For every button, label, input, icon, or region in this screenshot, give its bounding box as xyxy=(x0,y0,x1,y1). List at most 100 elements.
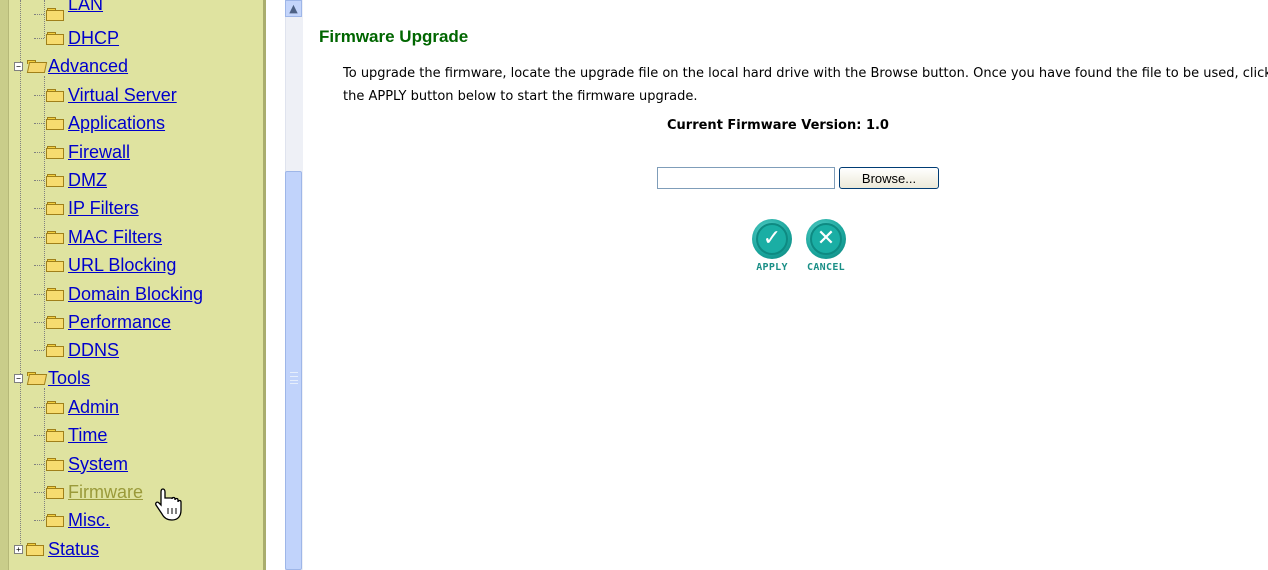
sidebar-item-dhcp[interactable]: DHCP xyxy=(34,24,119,52)
vertical-scrollbar[interactable]: ▲ xyxy=(266,0,304,570)
folder-icon xyxy=(46,88,64,102)
tree-line xyxy=(34,236,44,238)
folder-icon xyxy=(46,457,64,471)
sidebar-item-time[interactable]: Time xyxy=(34,421,107,449)
file-upload-row: Browse... xyxy=(657,167,939,189)
sidebar-item-admin[interactable]: Admin xyxy=(34,393,119,421)
folder-icon xyxy=(46,258,64,272)
tree-line xyxy=(34,37,44,39)
sidebar-item-status[interactable]: + Status xyxy=(14,535,99,563)
sidebar-link-misc[interactable]: Misc. xyxy=(68,510,110,531)
content-frame: Firmware Upgrade To upgrade the firmware… xyxy=(304,0,1268,570)
sidebar-link-dmz[interactable]: DMZ xyxy=(68,170,107,191)
sidebar-link-url-blocking[interactable]: URL Blocking xyxy=(68,255,176,276)
sidebar-item-misc[interactable]: Misc. xyxy=(34,506,110,534)
sidebar-link-ddns[interactable]: DDNS xyxy=(68,340,119,361)
expand-icon[interactable]: + xyxy=(14,544,23,554)
sidebar-item-dmz[interactable]: DMZ xyxy=(34,166,107,194)
sidebar-link-system[interactable]: System xyxy=(68,454,128,475)
tree-line xyxy=(34,463,44,465)
sidebar-item-tools[interactable]: − Tools xyxy=(14,364,90,392)
browse-button[interactable]: Browse... xyxy=(839,167,939,189)
folder-icon xyxy=(46,7,64,21)
sidebar-item-virtual-server[interactable]: Virtual Server xyxy=(34,81,177,109)
folder-icon xyxy=(46,315,64,329)
folder-icon xyxy=(46,31,64,45)
tree-line xyxy=(34,179,44,181)
folder-icon xyxy=(46,485,64,499)
sidebar-link-advanced[interactable]: Advanced xyxy=(48,56,128,77)
sidebar-link-applications[interactable]: Applications xyxy=(68,113,165,134)
action-buttons: ✓ APPLY ✕ CANCEL xyxy=(746,219,854,273)
checkmark-icon[interactable]: ✓ xyxy=(752,219,792,259)
folder-icon xyxy=(26,542,44,556)
sidebar-item-advanced[interactable]: − Advanced xyxy=(14,52,128,80)
sidebar-link-admin[interactable]: Admin xyxy=(68,397,119,418)
folder-icon xyxy=(46,116,64,130)
tree-line xyxy=(34,406,44,408)
open-folder-icon xyxy=(26,59,48,73)
sidebar-link-virtual-server[interactable]: Virtual Server xyxy=(68,85,177,106)
sidebar-link-domain-blocking[interactable]: Domain Blocking xyxy=(68,284,203,305)
tree-line xyxy=(34,13,44,15)
tree-line xyxy=(34,122,44,124)
sidebar-link-status[interactable]: Status xyxy=(48,539,99,560)
folder-icon xyxy=(46,230,64,244)
sidebar-item-system[interactable]: System xyxy=(34,450,128,478)
sidebar-item-firmware[interactable]: Firmware xyxy=(34,478,143,506)
sidebar-link-performance[interactable]: Performance xyxy=(68,312,171,333)
sidebar-link-dhcp[interactable]: DHCP xyxy=(68,28,119,49)
firmware-version-label: Current Firmware Version: 1.0 xyxy=(667,118,889,133)
folder-icon xyxy=(46,201,64,215)
tree-line xyxy=(34,94,44,96)
tree-line xyxy=(34,434,44,436)
sidebar-item-firewall[interactable]: Firewall xyxy=(34,138,130,166)
tree-line xyxy=(34,519,44,521)
scrollbar-grip-icon xyxy=(290,372,298,384)
navigation-frame: LAN DHCP − Advanced Virtual Server Appli… xyxy=(0,0,266,570)
tree-line xyxy=(34,349,44,351)
folder-icon xyxy=(46,513,64,527)
frame-left-border xyxy=(0,0,9,570)
sidebar-link-lan[interactable]: LAN xyxy=(68,0,103,15)
sidebar-link-time[interactable]: Time xyxy=(68,425,107,446)
apply-button[interactable]: ✓ APPLY xyxy=(746,219,798,273)
sidebar-link-firewall[interactable]: Firewall xyxy=(68,142,130,163)
sidebar-item-performance[interactable]: Performance xyxy=(34,308,171,336)
sidebar-item-domain-blocking[interactable]: Domain Blocking xyxy=(34,280,203,308)
open-folder-icon xyxy=(26,371,48,385)
tree-line xyxy=(20,0,21,552)
sidebar-item-mac-filters[interactable]: MAC Filters xyxy=(34,223,162,251)
folder-icon xyxy=(46,287,64,301)
apply-label[interactable]: APPLY xyxy=(756,262,788,273)
cancel-button[interactable]: ✕ CANCEL xyxy=(800,219,852,273)
collapse-icon[interactable]: − xyxy=(14,373,23,383)
folder-icon xyxy=(46,428,64,442)
tree-line xyxy=(34,264,44,266)
firmware-file-input[interactable] xyxy=(657,167,835,189)
sidebar-item-applications[interactable]: Applications xyxy=(34,109,165,137)
tree-line xyxy=(34,491,44,493)
collapse-icon[interactable]: − xyxy=(14,61,23,71)
sidebar-link-tools[interactable]: Tools xyxy=(48,368,90,389)
hand-pointer-cursor-icon xyxy=(155,488,182,521)
cancel-label[interactable]: CANCEL xyxy=(807,262,845,273)
folder-icon xyxy=(46,400,64,414)
sidebar-link-ip-filters[interactable]: IP Filters xyxy=(68,198,139,219)
tree-line xyxy=(34,207,44,209)
scroll-up-arrow-icon[interactable]: ▲ xyxy=(285,0,302,17)
cancel-x-icon[interactable]: ✕ xyxy=(806,219,846,259)
folder-icon xyxy=(46,173,64,187)
sidebar-link-firmware[interactable]: Firmware xyxy=(68,482,143,503)
folder-icon xyxy=(46,343,64,357)
sidebar-item-ddns[interactable]: DDNS xyxy=(34,336,119,364)
tree-line xyxy=(34,321,44,323)
sidebar-item-ip-filters[interactable]: IP Filters xyxy=(34,194,139,222)
tree-line xyxy=(34,151,44,153)
sidebar-link-mac-filters[interactable]: MAC Filters xyxy=(68,227,162,248)
scrollbar-thumb[interactable] xyxy=(285,171,302,570)
tree-line xyxy=(34,293,44,295)
folder-icon xyxy=(46,145,64,159)
sidebar-item-url-blocking[interactable]: URL Blocking xyxy=(34,251,176,279)
page-description: To upgrade the firmware, locate the upgr… xyxy=(343,66,1268,104)
